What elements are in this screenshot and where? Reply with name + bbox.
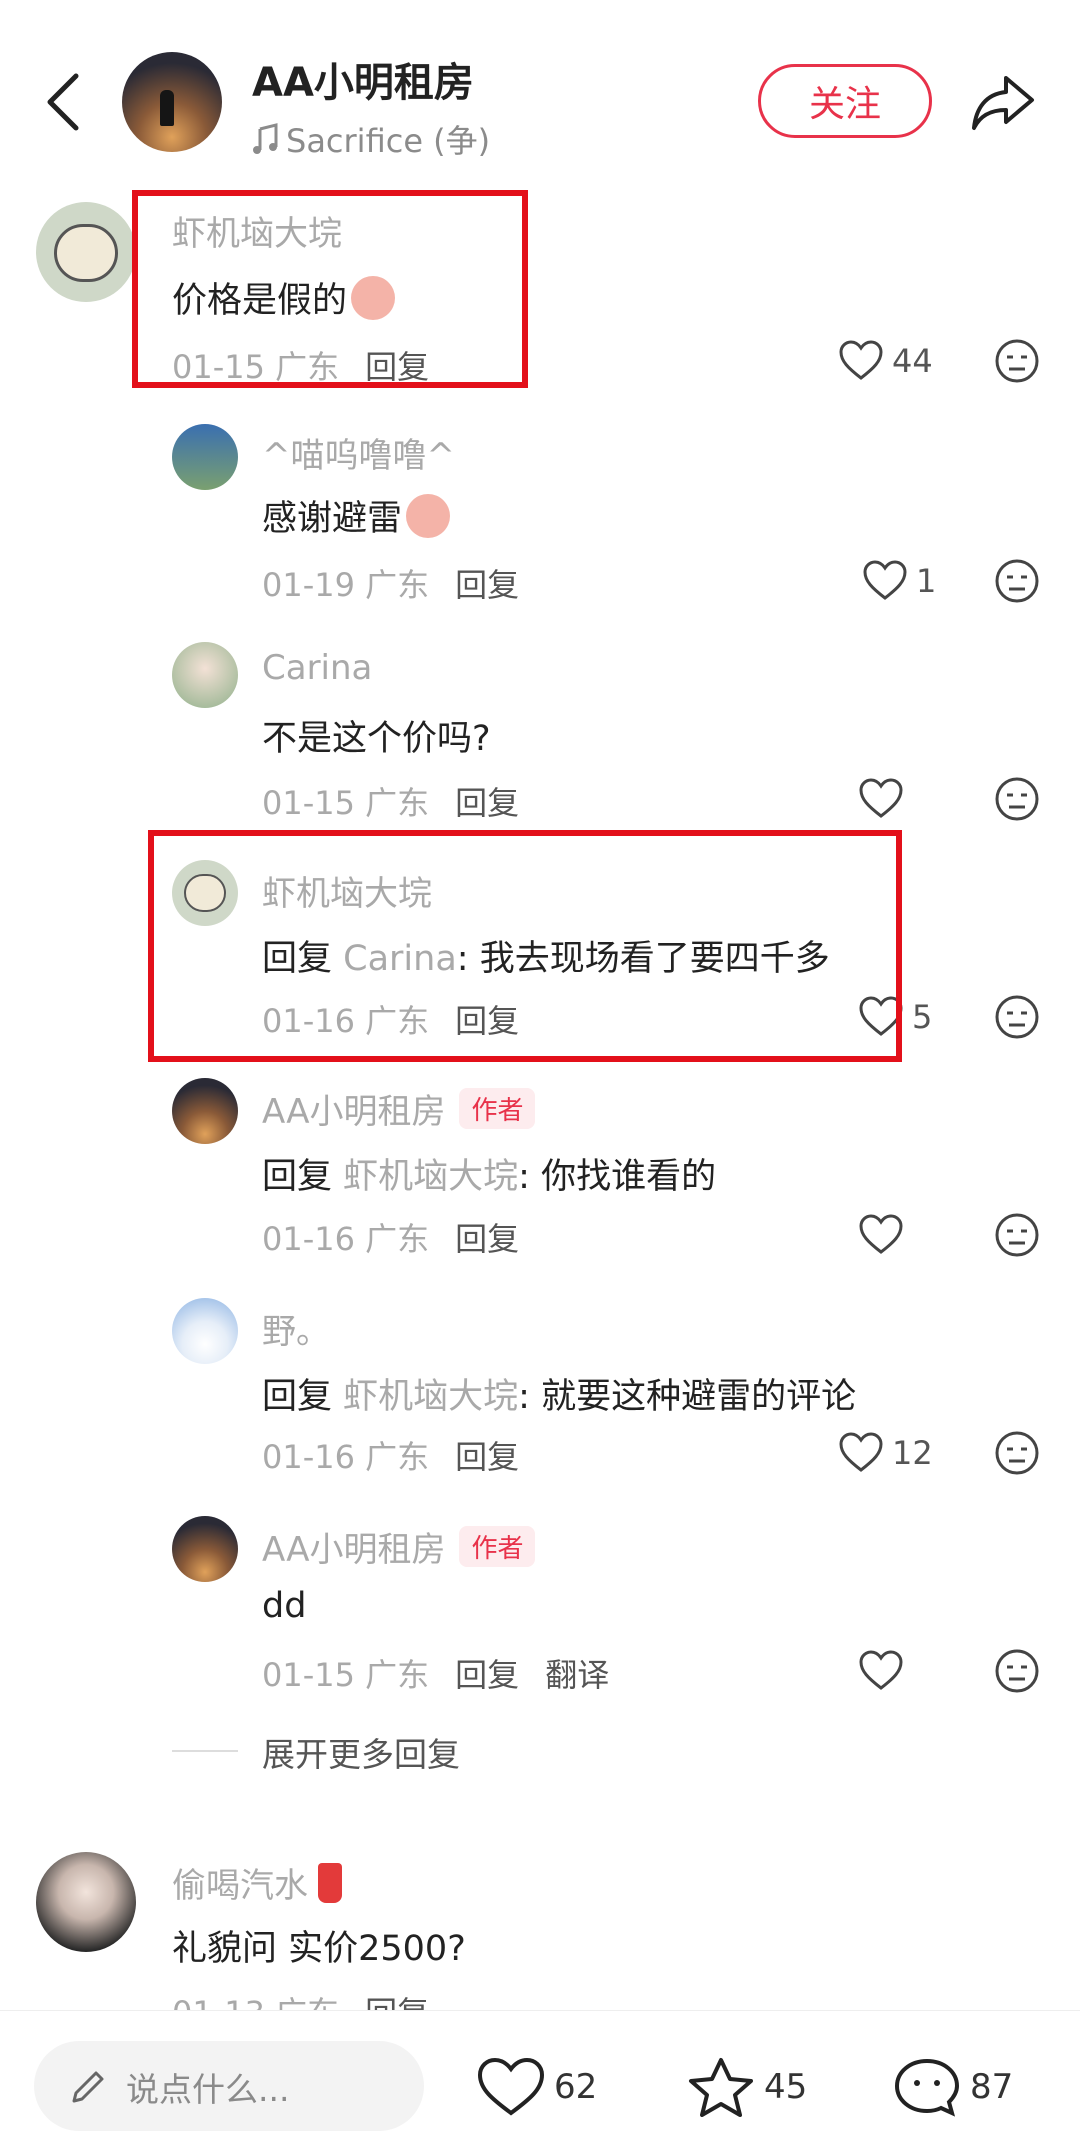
like-count: 1: [916, 562, 937, 600]
dislike-face-icon[interactable]: [994, 1430, 1040, 1476]
comment-username[interactable]: AA小明租房 作者: [262, 1084, 536, 1133]
reply-button[interactable]: 回复: [455, 1220, 519, 1258]
expand-divider: [172, 1750, 238, 1752]
heart-icon: [859, 1650, 903, 1690]
avatar[interactable]: [36, 202, 136, 302]
favorite-button[interactable]: 45: [686, 2057, 807, 2117]
dislike-face-icon[interactable]: [994, 558, 1040, 604]
comments-button[interactable]: 87: [892, 2057, 1013, 2117]
reply-button[interactable]: 回复: [455, 784, 519, 822]
like-button[interactable]: [858, 778, 912, 820]
reply-button[interactable]: 回复: [455, 1656, 519, 1694]
author-badge: 作者: [459, 1088, 536, 1129]
comment-username[interactable]: AA小明租房 作者: [262, 1522, 536, 1571]
like-count: 5: [912, 998, 933, 1036]
comment-meta: 01-19 广东 回复: [262, 566, 520, 604]
dislike-face-icon[interactable]: [994, 338, 1040, 384]
share-icon[interactable]: [970, 72, 1036, 132]
dislike-face-icon[interactable]: [994, 1212, 1040, 1258]
music-note-icon: [253, 123, 278, 154]
back-arrow-icon[interactable]: [36, 70, 92, 134]
comment-input[interactable]: 说点什么...: [34, 2041, 424, 2131]
comment-text: 回复 虾机垴大垸: 就要这种避雷的评论: [262, 1377, 857, 1417]
comment-text: 回复 虾机垴大垸: 你找谁看的: [262, 1157, 717, 1197]
avatar[interactable]: [172, 1298, 238, 1364]
dislike-face-icon[interactable]: [994, 776, 1040, 822]
annotation-highlight-box: [132, 190, 528, 388]
heart-icon: [863, 560, 907, 600]
like-button[interactable]: [858, 1214, 912, 1256]
soda-cup-icon: [318, 1863, 342, 1903]
mention[interactable]: 虾机垴大垸: [343, 1377, 518, 1417]
reply-button[interactable]: 回复: [455, 566, 519, 604]
reply-button[interactable]: 回复: [455, 1438, 519, 1476]
like-post-button[interactable]: 62: [476, 2057, 597, 2117]
bottom-action-bar: 说点什么... 62 45 87: [0, 2010, 1080, 2131]
heart-icon: [859, 778, 903, 818]
star-icon: [689, 2058, 753, 2117]
comment-username[interactable]: 野。: [262, 1304, 330, 1353]
comment-username[interactable]: 偷喝汽水: [172, 1858, 342, 1907]
follow-button[interactable]: 关注: [758, 64, 932, 138]
comment-text: 礼貌问 实价2500?: [172, 1929, 466, 1969]
comment-meta: 01-15 广东 回复: [262, 784, 520, 822]
avatar[interactable]: [172, 1516, 238, 1582]
author-name[interactable]: AA小明租房: [252, 50, 474, 108]
comment-count: 87: [970, 2067, 1014, 2107]
mention[interactable]: 虾机垴大垸: [343, 1157, 518, 1197]
heart-icon: [859, 1214, 903, 1254]
comment-meta: 01-16 广东 回复: [262, 1220, 520, 1258]
like-button[interactable]: 44: [838, 340, 933, 382]
comment-input-placeholder: 说点什么...: [126, 2070, 290, 2109]
avatar[interactable]: [172, 642, 238, 708]
avatar[interactable]: [172, 424, 238, 490]
music-info[interactable]: Sacrifice (争): [252, 116, 490, 162]
like-count: 44: [892, 342, 933, 380]
dislike-face-icon[interactable]: [994, 1648, 1040, 1694]
heart-icon: [839, 340, 883, 380]
avatar[interactable]: [172, 1078, 238, 1144]
avatar[interactable]: [36, 1852, 136, 1952]
annotation-highlight-box: [148, 830, 902, 1062]
author-badge: 作者: [459, 1526, 536, 1567]
like-button[interactable]: 1: [862, 560, 936, 602]
author-avatar[interactable]: [122, 52, 222, 152]
comment-meta: 01-16 广东 回复: [262, 1438, 520, 1476]
pleading-emoji-icon: [406, 494, 451, 538]
post-like-count: 62: [554, 2067, 598, 2107]
heart-icon: [477, 2057, 545, 2116]
comment-username[interactable]: ^喵呜噜噜^: [262, 428, 455, 477]
favorite-count: 45: [764, 2067, 808, 2107]
top-nav-bar: AA小明租房 Sacrifice (争) 关注: [0, 0, 1080, 190]
dislike-face-icon[interactable]: [994, 994, 1040, 1040]
like-button[interactable]: [858, 1650, 912, 1692]
expand-more-replies[interactable]: 展开更多回复: [262, 1728, 460, 1776]
translate-button[interactable]: 翻译: [545, 1656, 609, 1694]
comment-meta: 01-15 广东 回复 翻译: [262, 1656, 610, 1694]
comment-bubble-icon: [894, 2058, 960, 2117]
like-button[interactable]: 12: [838, 1432, 933, 1474]
comment-text: 感谢避雷: [262, 490, 451, 541]
heart-icon: [839, 1432, 883, 1472]
comment-username[interactable]: Carina: [262, 648, 372, 688]
pen-icon: [72, 2071, 104, 2103]
comment-text: dd: [262, 1586, 307, 1626]
music-title: Sacrifice (争): [286, 122, 491, 160]
comment-text: 不是这个价吗?: [262, 719, 491, 759]
like-count: 12: [892, 1434, 933, 1472]
